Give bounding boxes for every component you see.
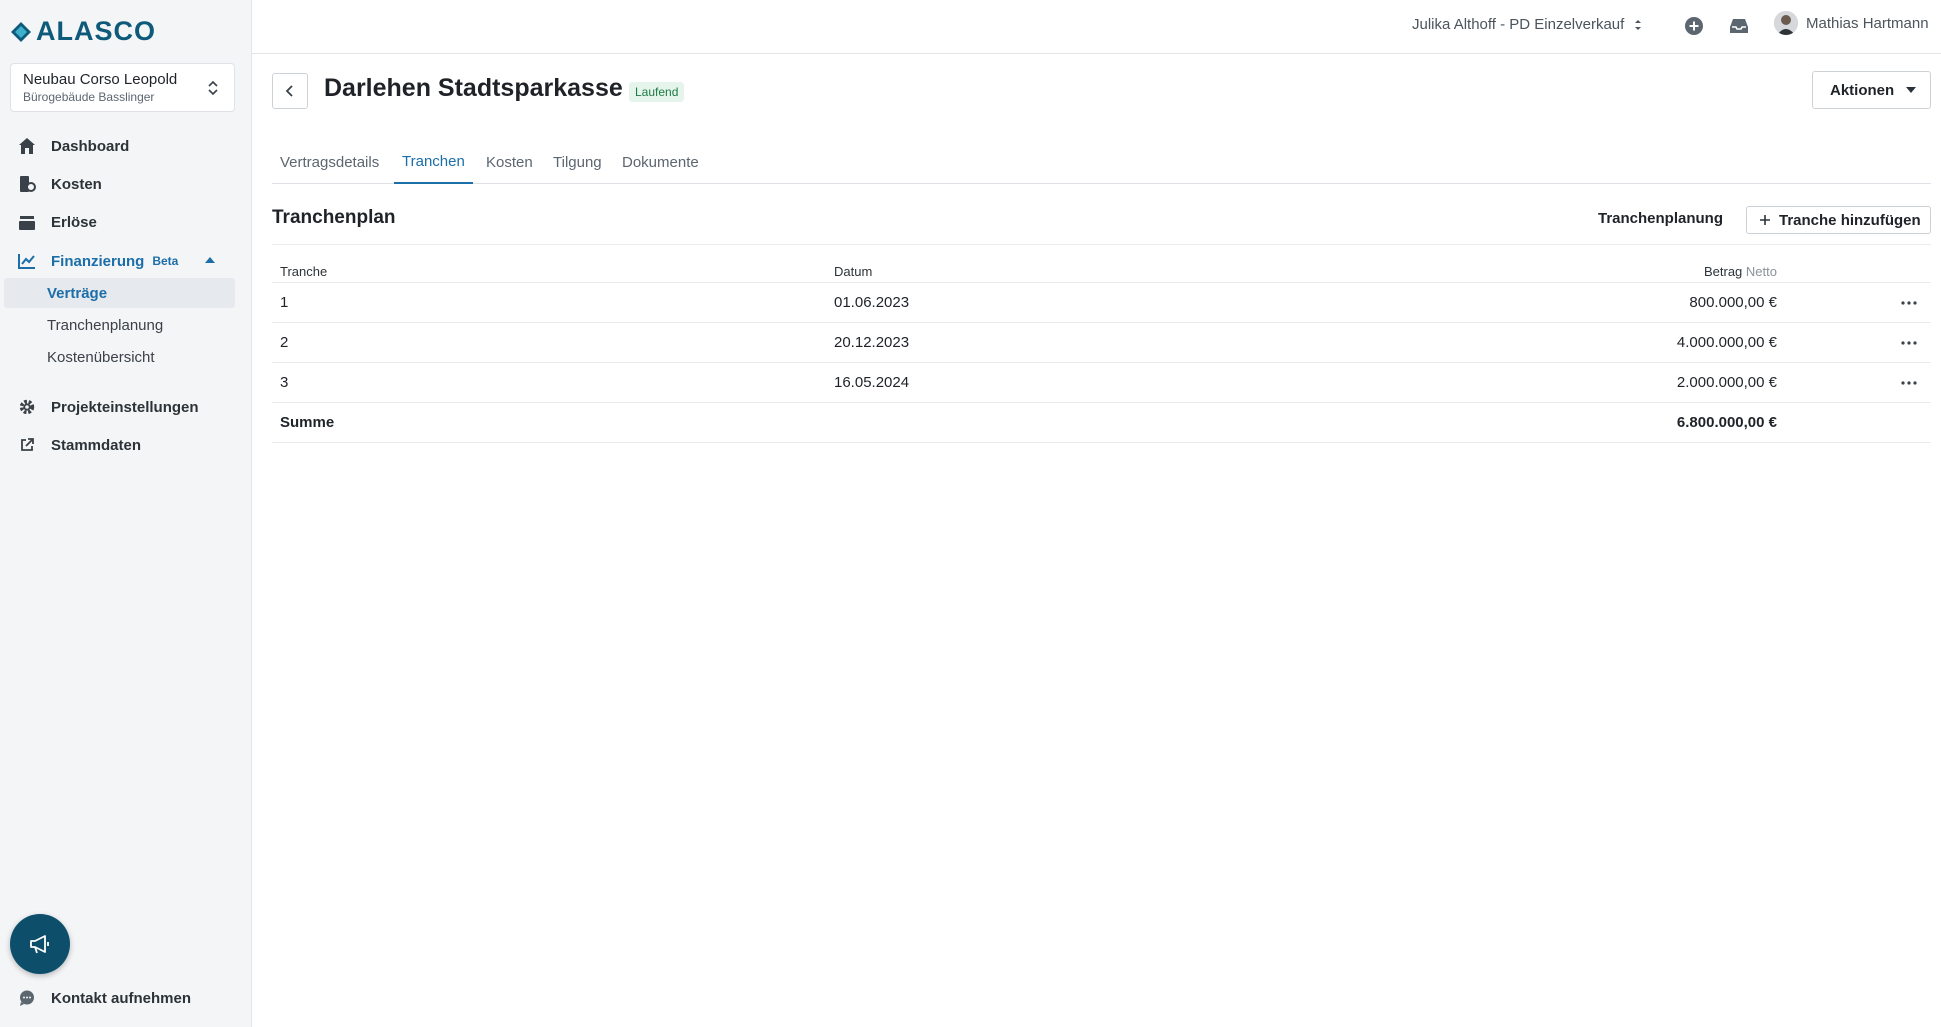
sidebar-subitem-vertraege[interactable]: Verträge bbox=[4, 278, 235, 308]
tranchenplanung-link[interactable]: Tranchenplanung bbox=[1598, 210, 1723, 227]
table-row[interactable]: 1 01.06.2023 800.000,00 € bbox=[272, 283, 1931, 323]
sidebar-item-finanzierung[interactable]: Finanzierung Beta bbox=[0, 245, 252, 277]
betrag-header-label: Betrag bbox=[1703, 264, 1743, 279]
page-title: Darlehen Stadtsparkasse bbox=[324, 74, 623, 102]
actions-label: Aktionen bbox=[1830, 81, 1895, 99]
more-horizontal-icon bbox=[1901, 381, 1917, 385]
column-header-betrag[interactable]: Betrag Netto bbox=[1704, 264, 1777, 279]
add-tranche-button[interactable]: Tranche hinzufügen bbox=[1746, 206, 1931, 234]
add-circle-button[interactable] bbox=[1682, 14, 1706, 38]
sidebar: ALASCO Neubau Corso Leopold Bürogebäude … bbox=[0, 0, 252, 1027]
back-button[interactable] bbox=[272, 73, 308, 109]
sidebar-item-label: Stammdaten bbox=[51, 436, 142, 454]
tab-tilgung[interactable]: Tilgung bbox=[545, 140, 610, 184]
megaphone-icon bbox=[30, 935, 49, 954]
table-sum-row: Summe 6.800.000,00 € bbox=[272, 403, 1931, 443]
sidebar-subitem-kostenuebersicht[interactable]: Kostenübersicht bbox=[4, 342, 235, 372]
row-more-button[interactable] bbox=[1897, 293, 1921, 313]
project-switcher[interactable]: Neubau Corso Leopold Bürogebäude Basslin… bbox=[10, 63, 235, 112]
sidebar-item-label: Finanzierung bbox=[51, 252, 145, 270]
project-name: Neubau Corso Leopold bbox=[23, 71, 178, 88]
status-badge: Laufend bbox=[629, 82, 685, 102]
sidebar-item-label: Erlöse bbox=[51, 213, 97, 231]
contact-link[interactable]: Kontakt aufnehmen bbox=[0, 982, 252, 1014]
contact-label: Kontakt aufnehmen bbox=[51, 989, 192, 1007]
sidebar-subitem-label: Kostenübersicht bbox=[47, 348, 155, 366]
table-header: Tranche Datum Betrag Netto bbox=[272, 255, 1931, 283]
external-link-icon bbox=[16, 434, 38, 456]
logo[interactable]: ALASCO bbox=[10, 16, 156, 47]
financing-icon bbox=[16, 250, 38, 272]
sum-betrag: 6.800.000,00 € bbox=[1676, 414, 1777, 431]
cell-tranche: 3 bbox=[280, 374, 289, 391]
tranche-table: Tranche Datum Betrag Netto 1 01.06.2023 … bbox=[272, 255, 1931, 443]
sidebar-item-label: Kosten bbox=[51, 175, 102, 193]
tab-kosten[interactable]: Kosten bbox=[478, 140, 541, 184]
cell-tranche: 2 bbox=[280, 334, 289, 351]
inbox-button[interactable] bbox=[1727, 14, 1751, 38]
tab-bar: Vertragsdetails Tranchen Kosten Tilgung … bbox=[272, 140, 1931, 184]
cell-datum: 20.12.2023 bbox=[834, 334, 910, 351]
sidebar-item-erloese[interactable]: Erlöse bbox=[0, 206, 252, 238]
sidebar-item-stammdaten[interactable]: Stammdaten bbox=[0, 429, 252, 461]
user-name: Mathias Hartmann bbox=[1806, 14, 1929, 32]
betrag-header-suffix: Netto bbox=[1745, 264, 1777, 279]
column-header-datum[interactable]: Datum bbox=[834, 264, 872, 279]
more-horizontal-icon bbox=[1901, 301, 1917, 305]
plus-circle-icon bbox=[1685, 17, 1703, 35]
table-row[interactable]: 2 20.12.2023 4.000.000,00 € bbox=[272, 323, 1931, 363]
gear-icon bbox=[16, 396, 38, 418]
cell-datum: 16.05.2024 bbox=[834, 374, 910, 391]
up-down-chevron-icon bbox=[208, 80, 218, 96]
announcements-button[interactable] bbox=[10, 914, 70, 974]
user-menu[interactable]: Mathias Hartmann bbox=[1774, 11, 1929, 35]
cell-betrag: 800.000,00 € bbox=[1689, 294, 1777, 311]
tab-vertragsdetails[interactable]: Vertragsdetails bbox=[272, 140, 387, 184]
sidebar-item-label: Projekteinstellungen bbox=[51, 398, 199, 416]
cell-betrag: 4.000.000,00 € bbox=[1676, 334, 1777, 351]
revenue-icon bbox=[16, 211, 38, 233]
tab-dokumente[interactable]: Dokumente bbox=[614, 140, 707, 184]
chevron-down-icon bbox=[1906, 87, 1917, 93]
avatar bbox=[1774, 11, 1798, 35]
chevron-up-icon bbox=[205, 257, 215, 263]
actions-button[interactable]: Aktionen bbox=[1812, 71, 1931, 109]
tab-tranchen[interactable]: Tranchen bbox=[394, 140, 473, 184]
sidebar-item-kosten[interactable]: Kosten bbox=[0, 168, 252, 200]
sidebar-item-label: Dashboard bbox=[51, 137, 130, 155]
section-title: Tranchenplan bbox=[272, 207, 396, 228]
more-horizontal-icon bbox=[1901, 341, 1917, 345]
cell-datum: 01.06.2023 bbox=[834, 294, 910, 311]
alasco-logo-icon bbox=[11, 21, 31, 42]
plus-icon bbox=[1760, 215, 1770, 225]
sidebar-subitem-label: Verträge bbox=[47, 284, 108, 302]
organization-name: Julika Althoff - PD Einzelverkauf bbox=[1412, 16, 1625, 33]
organization-switcher[interactable]: Julika Althoff - PD Einzelverkauf bbox=[1412, 16, 1642, 33]
logo-text: ALASCO bbox=[36, 16, 156, 46]
sum-label: Summe bbox=[280, 414, 335, 431]
cell-tranche: 1 bbox=[280, 294, 289, 311]
chevron-left-icon bbox=[285, 85, 293, 97]
home-icon bbox=[16, 135, 38, 157]
divider bbox=[272, 244, 1931, 245]
cost-icon bbox=[16, 173, 38, 195]
sidebar-item-projekteinstellungen[interactable]: Projekteinstellungen bbox=[0, 391, 252, 423]
sidebar-subitem-tranchenplanung[interactable]: Tranchenplanung bbox=[4, 310, 235, 340]
table-row[interactable]: 3 16.05.2024 2.000.000,00 € bbox=[272, 363, 1931, 403]
row-more-button[interactable] bbox=[1897, 373, 1921, 393]
sidebar-subitem-label: Tranchenplanung bbox=[47, 316, 164, 334]
project-subtitle: Bürogebäude Basslinger bbox=[23, 90, 155, 104]
column-header-tranche[interactable]: Tranche bbox=[280, 264, 327, 279]
cell-betrag: 2.000.000,00 € bbox=[1676, 374, 1777, 391]
sidebar-item-dashboard[interactable]: Dashboard bbox=[0, 130, 252, 162]
beta-badge: Beta bbox=[152, 254, 179, 268]
inbox-icon bbox=[1730, 19, 1748, 33]
up-down-chevron-icon bbox=[1635, 19, 1642, 30]
chat-icon bbox=[16, 987, 38, 1009]
topbar: Julika Althoff - PD Einzelverkauf Mathia… bbox=[252, 0, 1941, 54]
add-tranche-label: Tranche hinzufügen bbox=[1779, 211, 1921, 229]
row-more-button[interactable] bbox=[1897, 333, 1921, 353]
